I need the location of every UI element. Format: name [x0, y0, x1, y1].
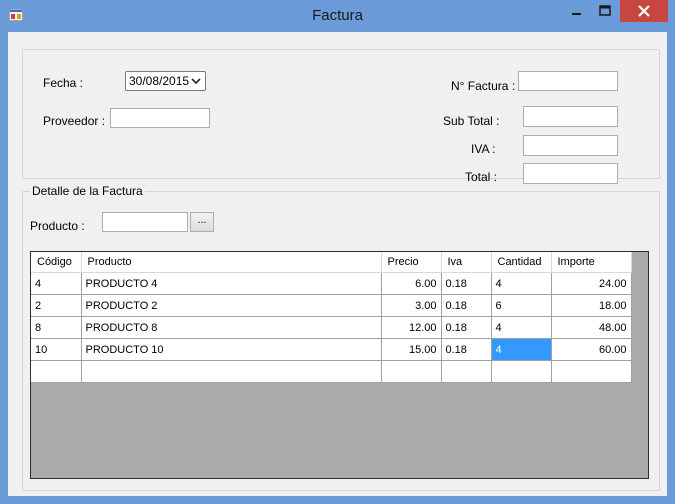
cell-codigo[interactable]: 4	[31, 272, 82, 295]
cell-iva[interactable]: 0.18	[441, 272, 492, 295]
cell-importe[interactable]: 60.00	[551, 338, 632, 361]
column-header-precio[interactable]: Precio	[381, 252, 442, 273]
grid-header-row: Código Producto Precio Iva Cantidad Impo…	[31, 252, 632, 273]
factura-window: Factura Fecha : 30/08/2015 Proveedor : N…	[0, 0, 675, 504]
close-icon	[638, 5, 650, 17]
cell-codigo[interactable]: 10	[31, 338, 82, 361]
cell-cantidad[interactable]: 4	[491, 272, 552, 295]
table-row[interactable]: 8 PRODUCTO 8 12.00 0.18 4 48.00	[31, 316, 632, 339]
producto-input[interactable]	[102, 212, 188, 232]
cell-iva[interactable]: 0.18	[441, 338, 492, 361]
cell-empty[interactable]	[381, 360, 442, 383]
cell-producto[interactable]: PRODUCTO 10	[81, 338, 382, 361]
column-header-cantidad[interactable]: Cantidad	[491, 252, 552, 273]
cell-cantidad[interactable]: 4	[491, 316, 552, 339]
cell-empty[interactable]	[441, 360, 492, 383]
cell-empty[interactable]	[551, 360, 632, 383]
detalle-legend: Detalle de la Factura	[30, 184, 145, 198]
cell-cantidad[interactable]: 6	[491, 294, 552, 317]
browse-producto-button[interactable]: ...	[190, 212, 214, 232]
column-header-codigo[interactable]: Código	[31, 252, 82, 273]
table-row[interactable]: 10 PRODUCTO 10 15.00 0.18 4 60.00	[31, 338, 632, 361]
cell-precio[interactable]: 6.00	[381, 272, 442, 295]
nro-factura-input[interactable]	[518, 71, 618, 91]
new-row[interactable]	[31, 360, 632, 383]
maximize-button[interactable]	[591, 0, 619, 22]
cell-importe[interactable]: 18.00	[551, 294, 632, 317]
cell-iva[interactable]: 0.18	[441, 316, 492, 339]
cell-producto[interactable]: PRODUCTO 2	[81, 294, 382, 317]
cell-precio[interactable]: 3.00	[381, 294, 442, 317]
cell-codigo[interactable]: 8	[31, 316, 82, 339]
cell-precio[interactable]: 15.00	[381, 338, 442, 361]
cell-producto[interactable]: PRODUCTO 8	[81, 316, 382, 339]
table-row[interactable]: 4 PRODUCTO 4 6.00 0.18 4 24.00	[31, 272, 632, 295]
iva-label: IVA :	[471, 142, 496, 156]
cell-importe[interactable]: 24.00	[551, 272, 632, 295]
fecha-label: Fecha :	[43, 76, 84, 90]
minimize-button[interactable]	[563, 0, 591, 22]
iva-input[interactable]	[523, 135, 618, 156]
proveedor-label: Proveedor :	[43, 114, 106, 128]
subtotal-input[interactable]	[523, 106, 618, 127]
chevron-down-icon	[191, 78, 201, 85]
detalle-grid[interactable]: Código Producto Precio Iva Cantidad Impo…	[30, 251, 649, 479]
subtotal-label: Sub Total :	[443, 114, 500, 128]
total-input[interactable]	[523, 163, 618, 184]
maximize-icon	[599, 5, 611, 16]
cell-iva[interactable]: 0.18	[441, 294, 492, 317]
header-group: Fecha : 30/08/2015 Proveedor : N° Factur…	[22, 49, 660, 184]
producto-label: Producto :	[30, 219, 85, 233]
total-label: Total :	[465, 170, 498, 184]
minimize-icon	[572, 13, 581, 15]
cell-producto[interactable]: PRODUCTO 4	[81, 272, 382, 295]
detalle-table: Código Producto Precio Iva Cantidad Impo…	[31, 252, 632, 383]
proveedor-input[interactable]	[110, 108, 210, 128]
fecha-value: 30/08/2015	[129, 74, 190, 88]
cell-cantidad-selected[interactable]: 4	[491, 338, 552, 361]
column-header-importe[interactable]: Importe	[551, 252, 632, 273]
cell-importe[interactable]: 48.00	[551, 316, 632, 339]
title-bar[interactable]: Factura	[0, 0, 675, 32]
column-header-iva[interactable]: Iva	[441, 252, 492, 273]
nro-factura-label: N° Factura :	[451, 79, 516, 93]
cell-empty[interactable]	[491, 360, 552, 383]
cell-codigo[interactable]: 2	[31, 294, 82, 317]
cell-empty[interactable]	[81, 360, 382, 383]
close-button[interactable]	[620, 0, 668, 22]
form-client-area: Fecha : 30/08/2015 Proveedor : N° Factur…	[8, 32, 667, 496]
cell-empty[interactable]	[31, 360, 82, 383]
cell-precio[interactable]: 12.00	[381, 316, 442, 339]
column-header-producto[interactable]: Producto	[81, 252, 382, 273]
table-row[interactable]: 2 PRODUCTO 2 3.00 0.18 6 18.00	[31, 294, 632, 317]
fecha-date-picker[interactable]: 30/08/2015	[125, 71, 206, 91]
